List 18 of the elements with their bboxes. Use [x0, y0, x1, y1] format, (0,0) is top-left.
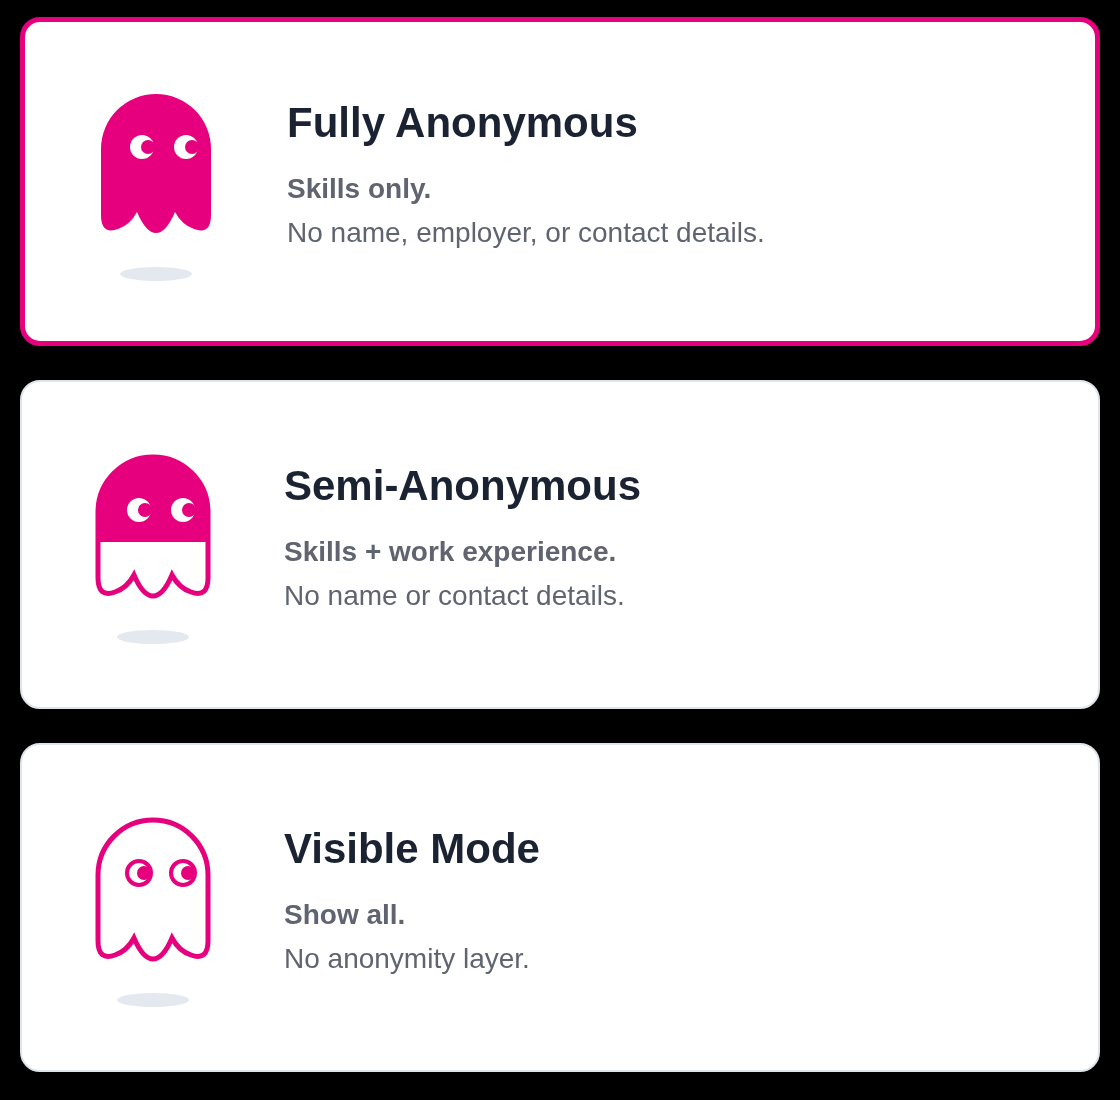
option-card[interactable]: Fully Anonymous Skills only. No name, employer, or contact details. — [20, 17, 1100, 346]
ghost-icon — [95, 454, 211, 599]
option-summary: Skills + work experience. — [284, 536, 618, 568]
option-card[interactable]: Visible Mode Show all. No anonymity layer. — [20, 743, 1100, 1072]
option-card[interactable]: Semi-Anonymous Skills + work experience. No name or contact details. — [20, 380, 1100, 709]
option-summary: Show all. — [284, 899, 407, 931]
option-title: Semi-Anonymous — [284, 462, 642, 510]
shadow-icon — [116, 629, 190, 645]
ghost-icon — [95, 817, 211, 962]
option-title: Fully Anonymous — [287, 99, 639, 147]
option-detail: No anonymity layer. — [284, 943, 531, 975]
option-detail: No name or contact details. — [284, 580, 626, 612]
shadow-icon — [119, 266, 193, 282]
shadow-icon — [116, 992, 190, 1008]
option-summary: Skills only. — [287, 173, 433, 205]
option-title: Visible Mode — [284, 825, 540, 873]
option-detail: No name, employer, or contact details. — [287, 217, 765, 249]
ghost-icon — [98, 91, 214, 236]
